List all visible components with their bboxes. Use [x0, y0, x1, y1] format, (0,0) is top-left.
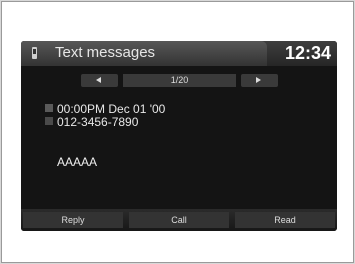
message-datetime: 00:00PM Dec 01 '00 [57, 102, 166, 116]
page-indicator: 1/20 [123, 74, 236, 87]
phone-number-icon [45, 117, 53, 125]
action-bar: Reply Call Read [21, 209, 337, 231]
right-arrow-icon [256, 77, 261, 83]
message-sender-row: 012-3456-7890 [45, 115, 139, 129]
phone-icon [32, 47, 37, 59]
display-screen: Text messages 12:34 1/20 00:00PM Dec 01 … [21, 41, 337, 231]
title-tab: Text messages [21, 41, 267, 66]
message-datetime-row: 00:00PM Dec 01 '00 [45, 102, 166, 116]
call-button[interactable]: Call [129, 212, 229, 228]
message-body: AAAAA [57, 155, 98, 169]
sender-number: 012-3456-7890 [57, 115, 139, 129]
clock: 12:34 [284, 43, 331, 63]
clock-icon [45, 104, 53, 112]
message-pager: 1/20 [81, 74, 278, 87]
title-bar: Text messages 12:34 [21, 41, 337, 66]
screen-title: Text messages [55, 44, 156, 61]
left-arrow-icon [96, 77, 101, 83]
previous-message-button[interactable] [81, 74, 118, 87]
reply-button[interactable]: Reply [23, 212, 123, 228]
read-button[interactable]: Read [235, 212, 335, 228]
next-message-button[interactable] [241, 74, 278, 87]
